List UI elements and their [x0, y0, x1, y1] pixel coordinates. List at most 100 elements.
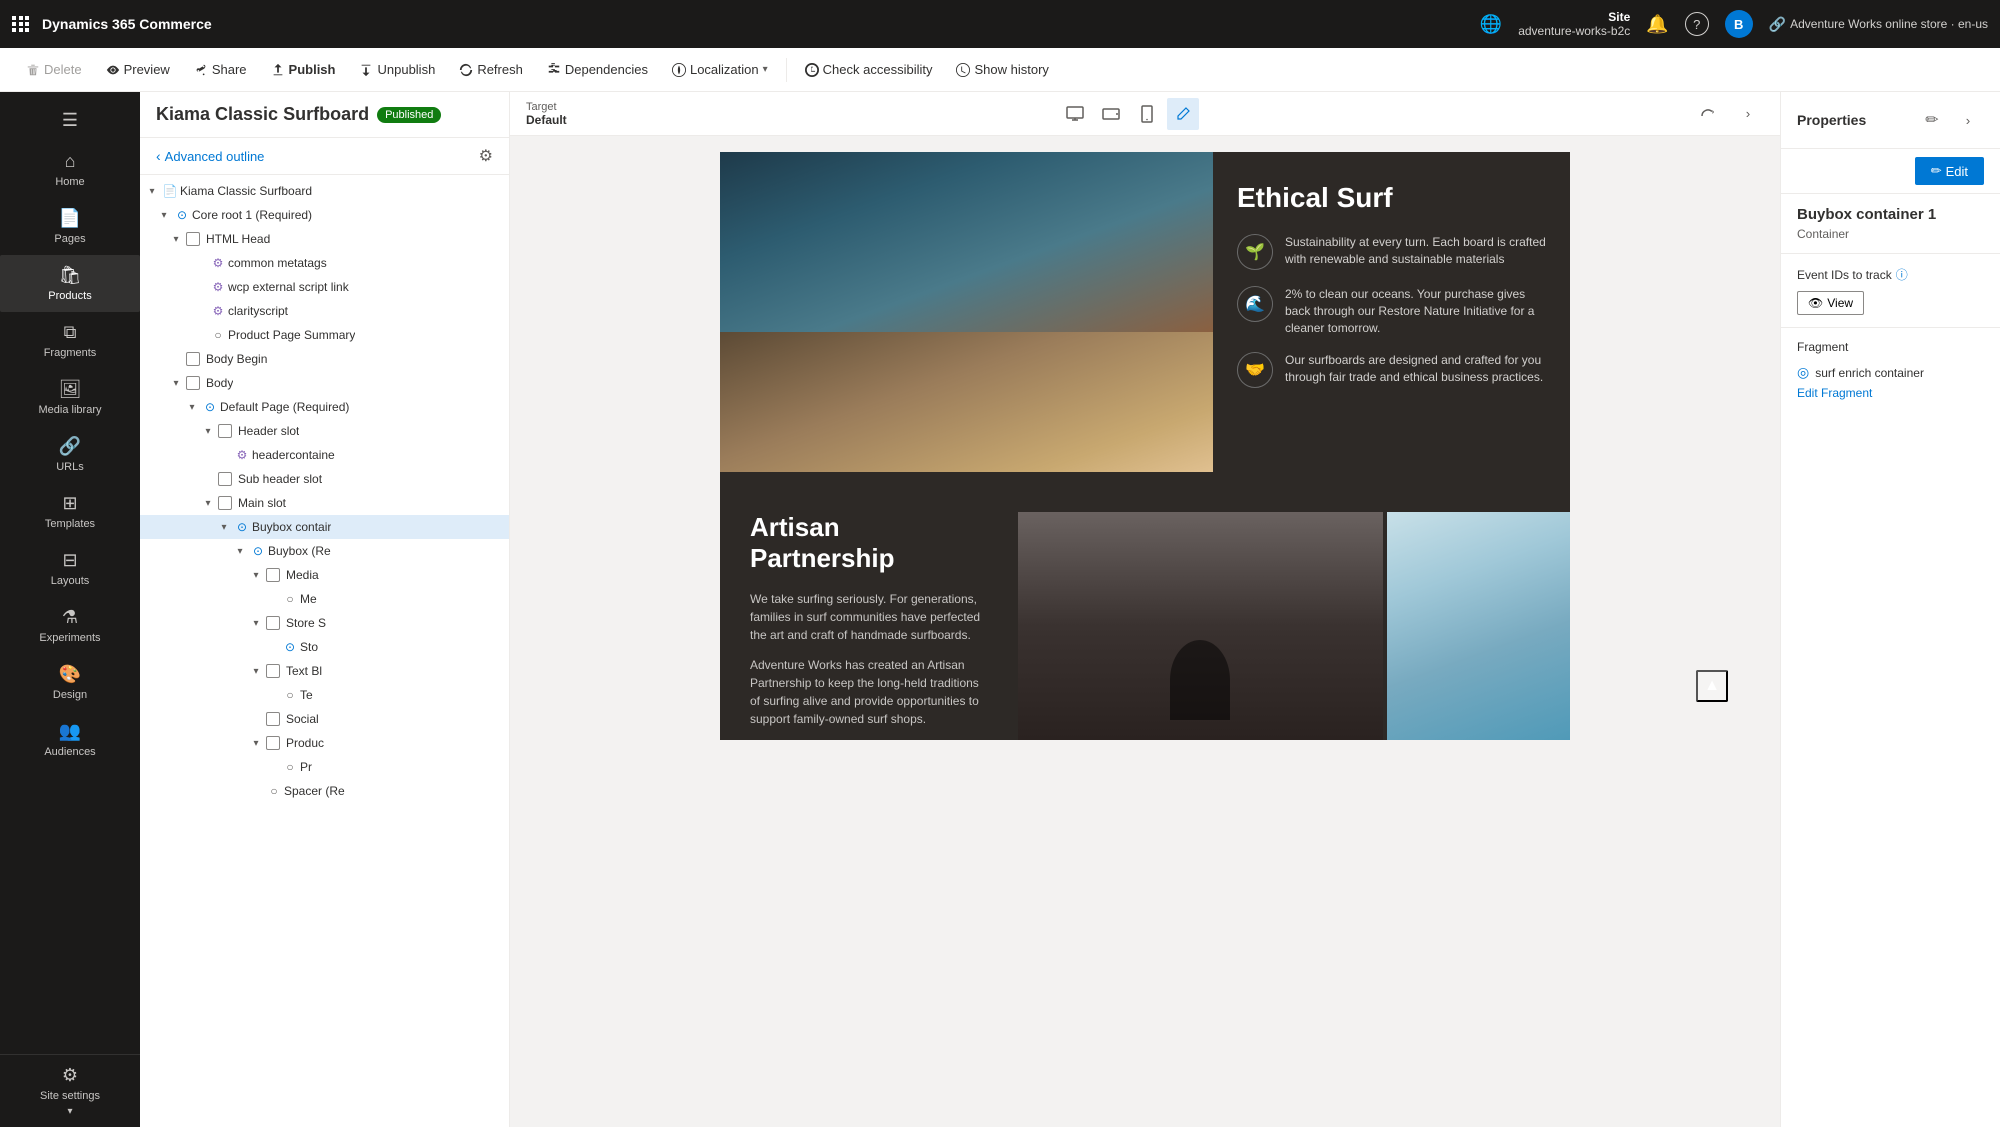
settings-icon: ⚙	[62, 1065, 78, 1086]
tree-item-buybox-re[interactable]: ▾ ⊙ Buybox (Re	[140, 539, 509, 563]
help-icon[interactable]: ?	[1685, 12, 1709, 36]
show-history-button[interactable]: Show history	[946, 58, 1058, 81]
tree-item-text-te[interactable]: ○ Te	[140, 683, 509, 707]
sidebar-item-fragments[interactable]: ⧉ Fragments	[0, 312, 140, 369]
tree-item-kiama[interactable]: ▾ 📄 Kiama Classic Surfboard	[140, 179, 509, 203]
tree-item-store-st[interactable]: ⊙ Sto	[140, 635, 509, 659]
tree-item-common-meta[interactable]: ⚙ common metatags	[140, 251, 509, 275]
checkbox-social[interactable]	[266, 712, 280, 726]
expand-icon[interactable]: ▾	[200, 423, 216, 439]
checkbox-text-bl[interactable]	[266, 664, 280, 678]
properties-expand-button[interactable]: ›	[1952, 104, 1984, 136]
view-event-ids-button[interactable]: 👁 View	[1797, 291, 1864, 315]
checkbox-html-head[interactable]	[186, 232, 200, 246]
sidebar-item-experiments[interactable]: ⚗ Experiments	[0, 597, 140, 654]
sidebar-item-templates[interactable]: ⊞ Templates	[0, 483, 140, 540]
user-avatar[interactable]: B	[1725, 10, 1753, 38]
publish-button[interactable]: Publish	[261, 58, 346, 81]
expand-icon[interactable]: ▾	[232, 543, 248, 559]
tree-item-wcp-script[interactable]: ⚙ wcp external script link	[140, 275, 509, 299]
expand-icon[interactable]: ▾	[184, 399, 200, 415]
site-label: Site	[1518, 10, 1630, 24]
edit-page-button[interactable]: ✏ Edit	[1915, 157, 1984, 185]
tree-item-buybox-container[interactable]: ▾ ⊙ Buybox contair	[140, 515, 509, 539]
expand-icon[interactable]: ▾	[168, 375, 184, 391]
tree-item-header-slot[interactable]: ▾ Header slot	[140, 419, 509, 443]
tree-item-media-m[interactable]: ○ Me	[140, 587, 509, 611]
checkbox-header-slot[interactable]	[218, 424, 232, 438]
redo-button[interactable]	[1692, 98, 1724, 130]
checkbox-body-begin[interactable]	[186, 352, 200, 366]
expand-button[interactable]: ›	[1732, 98, 1764, 130]
tree-item-core-root[interactable]: ▾ ⊙ Core root 1 (Required)	[140, 203, 509, 227]
tree-item-produc-p[interactable]: ○ Pr	[140, 755, 509, 779]
expand-icon[interactable]: ▾	[144, 183, 160, 199]
sidebar-item-products[interactable]: 🛍 Products	[0, 255, 140, 312]
sidebar-item-pages[interactable]: 📄 Pages	[0, 198, 140, 255]
sidebar-item-design[interactable]: 🎨 Design	[0, 654, 140, 711]
localization-button[interactable]: Localization ▾	[662, 58, 778, 81]
tree-item-product-page-summary[interactable]: ○ Product Page Summary	[140, 323, 509, 347]
tree-label-buybox-container: Buybox contair	[252, 520, 331, 534]
back-to-outline-button[interactable]: ‹ Advanced outline	[156, 148, 264, 164]
refresh-button[interactable]: Refresh	[449, 58, 533, 81]
properties-edit-button[interactable]: ✏	[1916, 104, 1948, 136]
checkbox-produc[interactable]	[266, 736, 280, 750]
toolbar: Delete Preview Share Publish Unpublish R…	[0, 48, 2000, 92]
tree-label-media: Media	[286, 568, 319, 582]
expand-icon[interactable]: ▾	[248, 567, 264, 583]
tree-item-text-bl[interactable]: ▾ Text Bl	[140, 659, 509, 683]
tree-item-headercontaine[interactable]: ⚙ headercontaine	[140, 443, 509, 467]
canvas-toolbar: Target Default	[510, 92, 1780, 136]
desktop-view-button[interactable]	[1059, 98, 1091, 130]
scroll-to-top-button[interactable]: ▲	[1696, 670, 1728, 702]
outline-settings-icon[interactable]: ⚙	[479, 146, 493, 166]
sidebar-item-urls[interactable]: 🔗 URLs	[0, 426, 140, 483]
expand-icon[interactable]: ▾	[156, 207, 172, 223]
checkbox-store-s[interactable]	[266, 616, 280, 630]
tree-label-body-begin: Body Begin	[206, 352, 267, 366]
tree-item-social[interactable]: Social	[140, 707, 509, 731]
globe-icon[interactable]: 🌐	[1480, 14, 1502, 35]
checkbox-body[interactable]	[186, 376, 200, 390]
tree-item-clarity[interactable]: ⚙ clarityscript	[140, 299, 509, 323]
unpublish-button[interactable]: Unpublish	[349, 58, 445, 81]
sidebar-item-audiences[interactable]: 👥 Audiences	[0, 711, 140, 768]
expand-icon[interactable]: ▾	[248, 615, 264, 631]
tree-item-produc[interactable]: ▾ Produc	[140, 731, 509, 755]
sidebar-item-layouts[interactable]: ⊟ Layouts	[0, 540, 140, 597]
edit-view-button[interactable]	[1167, 98, 1199, 130]
expand-icon[interactable]: ▾	[248, 735, 264, 751]
tree-item-default-page[interactable]: ▾ ⊙ Default Page (Required)	[140, 395, 509, 419]
bell-icon[interactable]: 🔔	[1646, 14, 1668, 35]
tree-item-store-s[interactable]: ▾ Store S	[140, 611, 509, 635]
sidebar-item-site-settings[interactable]: ⚙ Site settings ▾	[0, 1055, 140, 1127]
checkbox-sub-header-slot[interactable]	[218, 472, 232, 486]
tree-item-body-begin[interactable]: Body Begin	[140, 347, 509, 371]
share-button[interactable]: Share	[184, 58, 257, 81]
tree-item-spacer[interactable]: ○ Spacer (Re	[140, 779, 509, 803]
dependencies-button[interactable]: Dependencies	[537, 58, 658, 81]
expand-icon[interactable]: ▾	[216, 519, 232, 535]
waffle-icon[interactable]	[12, 16, 30, 32]
check-accessibility-button[interactable]: Check accessibility	[795, 58, 943, 81]
preview-button[interactable]: Preview	[96, 58, 180, 81]
tree-item-html-head[interactable]: ▾ HTML Head	[140, 227, 509, 251]
delete-button[interactable]: Delete	[16, 58, 92, 81]
expand-icon[interactable]: ▾	[168, 231, 184, 247]
store-link[interactable]: 🔗 Adventure Works online store · en-us	[1769, 16, 1988, 33]
sidebar-item-home[interactable]: ⌂ Home	[0, 141, 140, 198]
tablet-view-button[interactable]	[1131, 98, 1163, 130]
expand-icon[interactable]: ▾	[248, 663, 264, 679]
tablet-landscape-view-button[interactable]	[1095, 98, 1127, 130]
sidebar-item-collapse[interactable]: ☰	[0, 100, 140, 141]
edit-fragment-link[interactable]: Edit Fragment	[1797, 386, 1872, 400]
tree-item-main-slot[interactable]: ▾ Main slot	[140, 491, 509, 515]
checkbox-media[interactable]	[266, 568, 280, 582]
checkbox-main-slot[interactable]	[218, 496, 232, 510]
tree-item-body[interactable]: ▾ Body	[140, 371, 509, 395]
expand-icon[interactable]: ▾	[200, 495, 216, 511]
tree-item-sub-header-slot[interactable]: Sub header slot	[140, 467, 509, 491]
sidebar-item-media[interactable]: 🖼 Media library	[0, 369, 140, 426]
tree-item-media[interactable]: ▾ Media	[140, 563, 509, 587]
